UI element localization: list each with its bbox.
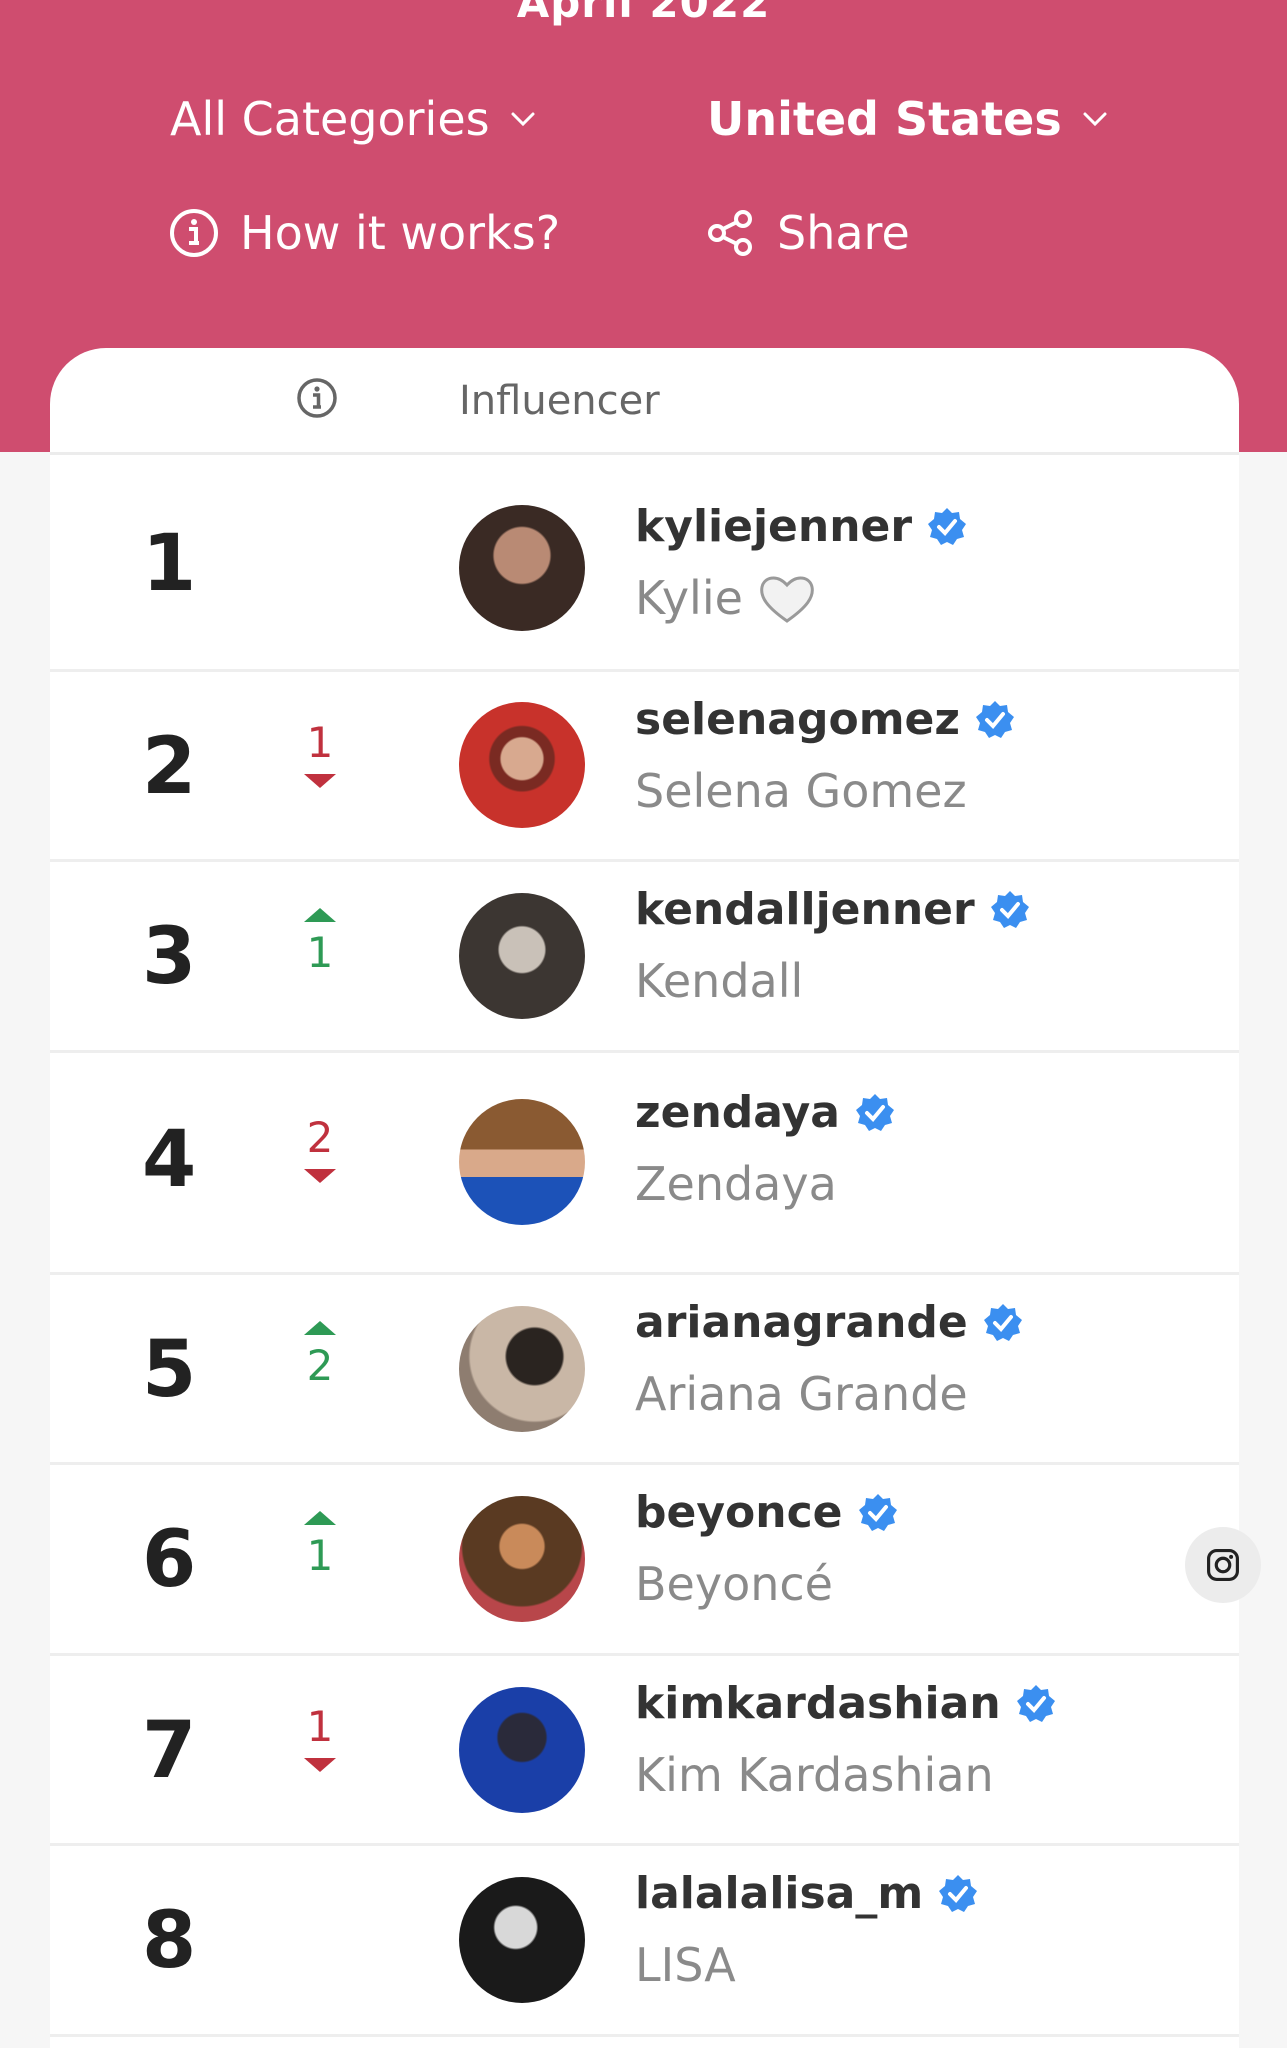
full-name: Kylie	[635, 571, 817, 625]
rank-number: 6	[142, 1515, 197, 1605]
arrow-up-icon	[304, 908, 336, 922]
country-label: United States	[707, 92, 1062, 146]
avatar[interactable]	[459, 1687, 585, 1813]
rank-change-down: 1	[290, 722, 350, 798]
info-icon[interactable]	[295, 376, 339, 420]
chevron-down-icon	[1083, 112, 1107, 127]
verified-badge-icon	[976, 700, 1014, 738]
avatar[interactable]	[459, 1306, 585, 1432]
rank-number: 1	[142, 519, 197, 609]
category-label: All Categories	[170, 92, 490, 146]
verified-badge-icon	[990, 890, 1029, 928]
verified-badge-icon	[983, 1303, 1022, 1341]
table-row[interactable]: 2 1 selenagomez Selena Gomez	[50, 672, 1239, 862]
rank-number: 2	[142, 722, 197, 812]
rank-change-value: 1	[306, 1702, 334, 1751]
username: kendalljenner	[635, 884, 975, 935]
share-label: Share	[777, 206, 910, 260]
rank-change-down: 1	[290, 1706, 350, 1782]
username-link[interactable]: kimkardashian	[635, 1678, 1057, 1729]
arrow-down-icon	[304, 774, 336, 788]
table-row[interactable]: 8 lalalalisa_m LISA	[50, 1846, 1239, 2037]
share-icon	[708, 210, 752, 256]
rank-change-down: 2	[290, 1117, 350, 1193]
rank-change-value: 1	[306, 718, 334, 767]
table-row[interactable]: 5 2 arianagrande Ariana Grande	[50, 1275, 1239, 1465]
full-name: Kendall	[635, 954, 804, 1008]
country-dropdown[interactable]: United States	[707, 92, 1110, 146]
chevron-down-icon	[511, 112, 535, 127]
instagram-button[interactable]	[1185, 1527, 1261, 1603]
username: zendaya	[635, 1087, 840, 1138]
arrow-down-icon	[304, 1169, 336, 1183]
rank-change-value: 2	[306, 1341, 334, 1390]
rank-change-up: 2	[290, 1311, 350, 1387]
rank-number: 7	[142, 1706, 197, 1796]
verified-badge-icon	[855, 1093, 894, 1131]
verified-badge-icon	[1016, 1684, 1055, 1722]
table-row[interactable]: 3 1 kendalljenner Kendall	[50, 862, 1239, 1053]
username: kyliejenner	[635, 501, 913, 552]
share-button[interactable]: Share	[705, 206, 910, 260]
username: kimkardashian	[635, 1678, 1001, 1729]
avatar[interactable]	[459, 1877, 585, 2003]
avatar[interactable]	[459, 505, 585, 631]
arrow-up-icon	[304, 1321, 336, 1335]
full-name: Kim Kardashian	[635, 1748, 994, 1802]
ranking-table: Influencer 1 kyliejenner Kylie 2 1 selen…	[50, 348, 1239, 2048]
table-row[interactable]: 4 2 zendaya Zendaya	[50, 1053, 1239, 1275]
avatar[interactable]	[459, 702, 585, 828]
arrow-down-icon	[304, 1758, 336, 1772]
category-dropdown[interactable]: All Categories	[170, 92, 538, 146]
full-name: Selena Gomez	[635, 764, 967, 818]
username-link[interactable]: beyonce	[635, 1487, 899, 1538]
username-link[interactable]: kyliejenner	[635, 501, 968, 552]
full-name-text: Kylie	[635, 571, 743, 625]
how-it-works-label: How it works?	[240, 206, 561, 260]
rank-change-value: 2	[306, 1113, 334, 1162]
rank-change-up: 1	[290, 898, 350, 974]
username: arianagrande	[635, 1297, 968, 1348]
how-it-works-link[interactable]: How it works?	[168, 206, 560, 260]
verified-badge-icon	[858, 1493, 897, 1531]
avatar[interactable]	[459, 893, 585, 1019]
username-link[interactable]: selenagomez	[635, 694, 1016, 745]
full-name: Zendaya	[635, 1157, 837, 1211]
username-link[interactable]: kendalljenner	[635, 884, 1031, 935]
username: selenagomez	[635, 694, 960, 745]
table-row[interactable]: 1 kyliejenner Kylie	[50, 455, 1239, 672]
info-icon	[170, 209, 218, 257]
instagram-icon	[1207, 1549, 1239, 1581]
rank-number: 3	[142, 912, 197, 1002]
arrow-up-icon	[304, 1511, 336, 1525]
column-influencer-label: Influencer	[459, 378, 660, 424]
username: lalalalisa_m	[635, 1868, 924, 1919]
full-name: Beyoncé	[635, 1557, 833, 1611]
table-row[interactable]: 6 1 beyonce Beyoncé	[50, 1465, 1239, 1656]
table-header: Influencer	[50, 348, 1239, 455]
rank-change-up: 1	[290, 1501, 350, 1577]
full-name: Ariana Grande	[635, 1367, 968, 1421]
period-title: April 2022	[516, 0, 771, 27]
rank-change-value: 1	[306, 1531, 334, 1580]
avatar[interactable]	[459, 1099, 585, 1225]
username-link[interactable]: arianagrande	[635, 1297, 1024, 1348]
rank-number: 4	[142, 1115, 197, 1205]
username-link[interactable]: lalalalisa_m	[635, 1868, 979, 1919]
full-name: LISA	[635, 1938, 736, 1992]
rank-change-value: 1	[306, 928, 334, 977]
verified-badge-icon	[939, 1874, 978, 1912]
verified-badge-icon	[928, 507, 967, 545]
username-link[interactable]: zendaya	[635, 1087, 896, 1138]
table-row[interactable]: 7 1 kimkardashian Kim Kardashian	[50, 1656, 1239, 1846]
username: beyonce	[635, 1487, 843, 1538]
avatar[interactable]	[459, 1496, 585, 1622]
rank-number: 5	[142, 1325, 197, 1415]
rank-number: 8	[142, 1896, 197, 1986]
white-heart-icon	[760, 576, 814, 623]
